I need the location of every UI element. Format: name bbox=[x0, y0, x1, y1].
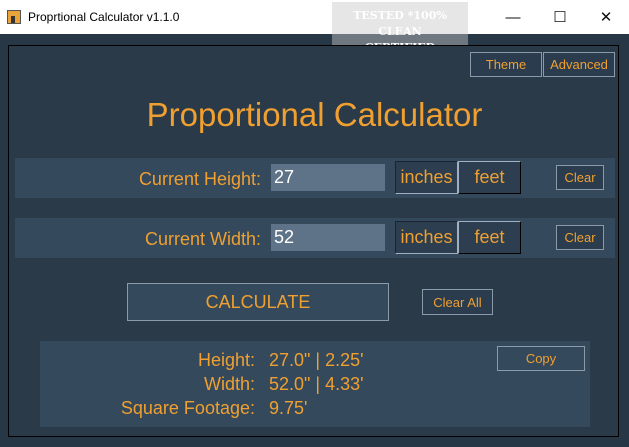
result-width-value: 52.0" | 4.33' bbox=[269, 374, 364, 394]
height-label: Current Height: bbox=[138, 169, 261, 189]
width-input[interactable]: 52 bbox=[271, 224, 385, 251]
maximize-button[interactable]: ☐ bbox=[537, 0, 583, 34]
height-inches-button[interactable]: inches bbox=[395, 161, 458, 194]
width-label: Current Width: bbox=[144, 229, 261, 249]
height-feet-button[interactable]: feet bbox=[458, 161, 521, 194]
height-clear-button[interactable]: Clear bbox=[556, 165, 604, 190]
page-title: Proportional Calculator bbox=[146, 96, 483, 133]
clear-all-button[interactable]: Clear All bbox=[422, 289, 493, 315]
app-icon bbox=[7, 10, 21, 24]
close-button[interactable]: ✕ bbox=[583, 0, 629, 34]
window-title: Proprtional Calculator v1.1.0 bbox=[28, 10, 180, 24]
minimize-button[interactable]: — bbox=[490, 0, 536, 34]
result-sqft-value: 9.75' bbox=[269, 398, 308, 418]
width-feet-button[interactable]: feet bbox=[458, 221, 521, 254]
result-width-label: Width: bbox=[203, 374, 255, 394]
copy-button[interactable]: Copy bbox=[497, 346, 585, 371]
result-sqft-label: Square Footage: bbox=[120, 398, 255, 418]
theme-button[interactable]: Theme bbox=[470, 52, 542, 77]
width-inches-button[interactable]: inches bbox=[395, 221, 458, 254]
result-height-value: 27.0" | 2.25' bbox=[269, 350, 364, 370]
result-height-label: Height: bbox=[197, 350, 255, 370]
advanced-button[interactable]: Advanced bbox=[543, 52, 615, 77]
title-bar: Proprtional Calculator v1.1.0 — ☐ ✕ bbox=[0, 0, 629, 34]
calculate-button[interactable]: CALCULATE bbox=[127, 283, 389, 321]
height-input[interactable]: 27 bbox=[271, 164, 385, 191]
width-clear-button[interactable]: Clear bbox=[556, 225, 604, 250]
